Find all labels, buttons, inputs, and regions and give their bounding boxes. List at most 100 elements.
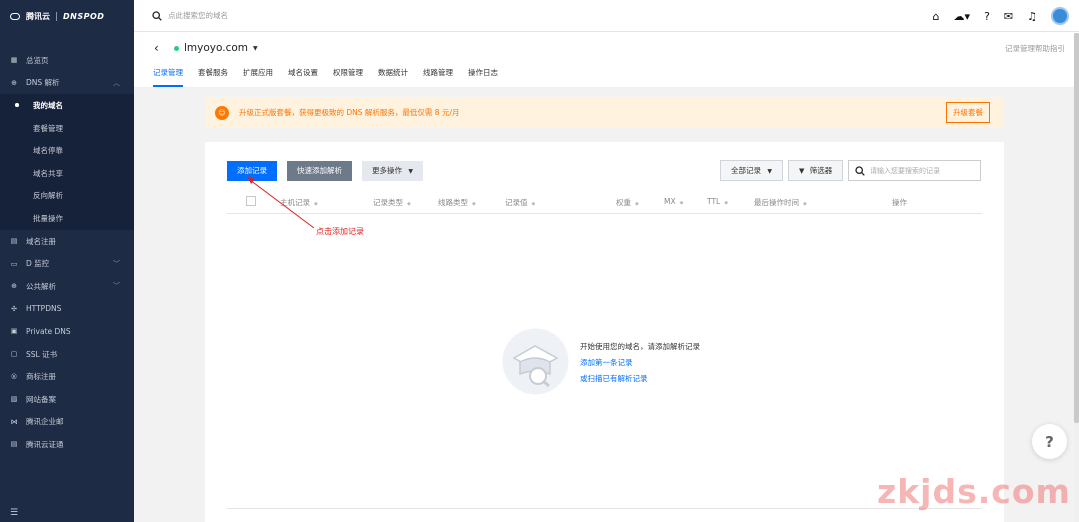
wechat-icon[interactable]: ✉ — [1004, 11, 1013, 22]
dns-submenu: 我的域名 套餐管理 域名停靠 域名共享 反向解析 批量操作 — [0, 94, 134, 230]
column-header[interactable]: 记录类型 ◆ — [373, 197, 411, 208]
more-operations-label: 更多操作 — [372, 166, 402, 175]
column-header[interactable]: 记录值 ◆ — [505, 197, 535, 208]
sidebar-item-trademark[interactable]: ® 商标注册 — [0, 365, 134, 388]
logo[interactable]: 腾讯云 DNSPOD — [0, 0, 134, 32]
sidebar-item-private-dns[interactable]: ▣ Private DNS — [0, 320, 134, 343]
sort-icon: ◆ — [531, 201, 536, 207]
column-header[interactable]: 权重 ◆ — [616, 197, 639, 208]
tab-permissions[interactable]: 权限管理 — [333, 68, 363, 87]
file-icon: ▧ — [10, 395, 18, 404]
help-guide-link[interactable]: 记录管理帮助指引 — [1005, 43, 1065, 54]
sidebar-item-certid[interactable]: ▤ 腾讯云证通 — [0, 433, 134, 456]
record-search-placeholder: 请输入您要搜索的记录 — [870, 166, 940, 175]
records-panel: 添加记录 快速添加解析 更多操作 ▼ 全部记录 ▼ ▼ 筛选器 请输入您要搜索的… — [205, 142, 1004, 522]
tab-settings[interactable]: 域名设置 — [288, 68, 318, 87]
add-first-record-link[interactable]: 添加第一条记录 — [580, 357, 633, 368]
bell-icon[interactable]: ♫ — [1027, 11, 1037, 22]
monitor-icon: ▭ — [10, 259, 18, 268]
global-search[interactable]: 点此搜索您的域名 — [134, 10, 228, 21]
sidebar-item-d-monitor[interactable]: ▭ D 监控 ﹀ — [0, 252, 134, 275]
select-all-checkbox[interactable] — [246, 196, 256, 206]
globe-icon: ⊕ — [11, 78, 17, 87]
chevron-down-icon: ﹀ — [113, 259, 120, 268]
sidebar-item-label: Private DNS — [26, 326, 71, 336]
sidebar-item-label: 腾讯云证通 — [26, 439, 64, 449]
column-header[interactable]: 主机记录 ◆ — [280, 197, 318, 208]
sidebar-item-public-dns[interactable]: ⊕ 公共解析 ﹀ — [0, 275, 134, 298]
more-operations-button[interactable]: 更多操作 ▼ — [362, 161, 424, 181]
sidebar-item-batch[interactable]: 批量操作 — [0, 207, 134, 230]
sidebar-item-icp[interactable]: ▧ 网站备案 — [0, 388, 134, 411]
topbar-actions: ⌂ ☁▾ ? ✉ ♫ — [933, 0, 1069, 32]
globe-icon: ⊕ — [11, 282, 17, 291]
grid-icon: ▦ — [10, 56, 18, 65]
sidebar-item-overview[interactable]: ▦ 总览页 — [0, 49, 134, 72]
sidebar-item-domain-register[interactable]: ▤ 域名注册 — [0, 230, 134, 253]
sidebar-item-label: 域名注册 — [26, 236, 56, 246]
logo-brand: DNSPOD — [63, 11, 105, 21]
empty-state-text: 开始使用您的域名，请添加解析记录 — [580, 342, 700, 351]
filter-button[interactable]: ▼ 筛选器 — [788, 160, 844, 181]
filter-label: 筛选器 — [809, 166, 833, 175]
sidebar-item-label: DNS 解析 — [26, 78, 60, 88]
global-search-input[interactable]: 点此搜索您的域名 — [168, 10, 228, 21]
collapse-sidebar-icon[interactable]: ☰ — [10, 508, 18, 518]
home-icon[interactable]: ⌂ — [933, 11, 940, 22]
record-search-input[interactable]: 请输入您要搜索的记录 — [848, 160, 981, 181]
column-header[interactable]: 线路类型 ◆ — [438, 197, 476, 208]
annotation-label: 点击添加记录 — [316, 227, 364, 236]
all-records-dropdown[interactable]: 全部记录 ▼ — [720, 160, 784, 181]
tab-plan[interactable]: 套餐服务 — [198, 68, 228, 87]
column-header[interactable]: 最后操作时间 ◆ — [754, 197, 807, 208]
upgrade-button[interactable]: 升级套餐 — [946, 102, 990, 123]
avatar[interactable] — [1051, 7, 1069, 25]
logo-text: 腾讯云 — [26, 11, 50, 21]
nodes-icon: ✣ — [11, 304, 17, 313]
sort-icon: ◆ — [803, 201, 807, 207]
sort-icon: ◆ — [314, 201, 318, 207]
sort-icon: ◆ — [724, 200, 729, 206]
sidebar-item-label: D 监控 — [26, 259, 50, 269]
quick-add-button[interactable]: 快速添加解析 — [287, 161, 352, 181]
floating-help-button[interactable]: ? — [1032, 424, 1067, 459]
card-icon: ▤ — [10, 237, 18, 246]
sidebar-item-reverse[interactable]: 反向解析 — [0, 185, 134, 208]
id-icon: ▤ — [10, 440, 18, 449]
tab-logs[interactable]: 操作日志 — [468, 68, 498, 87]
sidebar-item-dns[interactable]: ⊕ DNS 解析 ︿ — [0, 72, 134, 95]
add-record-button[interactable]: 添加记录 — [227, 161, 277, 181]
search-icon — [152, 10, 162, 21]
tab-extensions[interactable]: 扩展应用 — [243, 68, 273, 87]
back-arrow-icon[interactable]: ‹ — [154, 41, 159, 55]
page-scrollbar[interactable] — [1074, 33, 1079, 522]
sort-icon: ◆ — [635, 201, 639, 207]
caret-down-icon: ▼ — [253, 44, 258, 52]
chevron-down-icon: ﹀ — [113, 282, 120, 291]
sidebar-item-parking[interactable]: 域名停靠 — [0, 139, 134, 162]
caret-down-icon: ▼ — [408, 168, 414, 175]
help-icon[interactable]: ? — [984, 11, 990, 22]
chevron-up-icon: ︿ — [113, 78, 120, 87]
sidebar-item-label: 商标注册 — [26, 372, 56, 382]
column-header[interactable]: MX ◆ — [664, 197, 683, 206]
scan-records-link[interactable]: 或扫描已有解析记录 — [580, 373, 648, 384]
domain-selector[interactable]: lmyoyo.com ▼ — [174, 42, 258, 54]
upgrade-banner: ☺ 升级正式版套餐，获得更极致的 DNS 解析服务，最低仅需 8 元/月 升级套… — [205, 97, 1004, 128]
cloud-menu-icon[interactable]: ☁▾ — [954, 11, 971, 22]
sidebar-item-exmail[interactable]: ⋈ 腾讯企业邮 — [0, 411, 134, 434]
sort-icon: ◆ — [679, 200, 684, 206]
tab-statistics[interactable]: 数据统计 — [378, 68, 408, 87]
tab-lines[interactable]: 线路管理 — [423, 68, 453, 87]
sidebar-item-ssl[interactable]: ▢ SSL 证书 — [0, 343, 134, 366]
scrollbar-thumb[interactable] — [1074, 33, 1079, 423]
tab-records[interactable]: 记录管理 — [153, 68, 183, 87]
sidebar-item-sharing[interactable]: 域名共享 — [0, 162, 134, 185]
sidebar-item-plans[interactable]: 套餐管理 — [0, 117, 134, 140]
caret-down-icon: ▼ — [767, 168, 773, 175]
sidebar-item-my-domains[interactable]: 我的域名 — [0, 94, 134, 117]
sidebar-item-httpdns[interactable]: ✣ HTTPDNS — [0, 298, 134, 321]
empty-state-illustration — [502, 328, 569, 395]
column-header[interactable]: TTL ◆ — [707, 197, 728, 206]
sidebar-item-label: 总览页 — [26, 55, 49, 65]
